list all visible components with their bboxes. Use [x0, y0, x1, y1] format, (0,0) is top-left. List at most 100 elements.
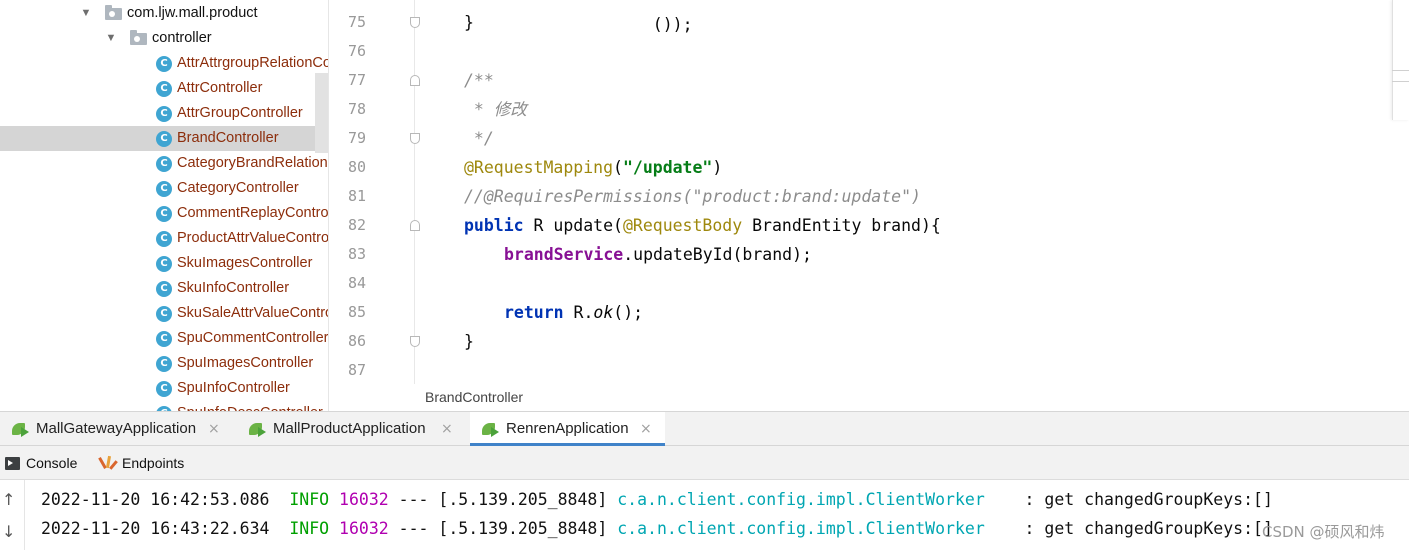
code-token: R. [563, 303, 594, 322]
code-editor[interactable]: 75 76 77 78 79 80 81 82 83 84 85 86 87 ()); } /** * 修… [328, 0, 1409, 384]
code-line: return R.ok(); [504, 298, 643, 327]
tree-item-label: SpuInfoDescController [177, 401, 323, 411]
tree-item-label: CategoryController [177, 180, 299, 196]
log-separator: --- [398, 519, 429, 538]
close-icon[interactable]: × [208, 412, 220, 446]
tree-item-class[interactable]: C SkuImagesController [0, 251, 328, 276]
code-token: ( [613, 158, 623, 177]
code-line: public R update(@RequestBody BrandEntity… [464, 211, 941, 240]
tree-item-label: SpuInfoController [177, 380, 290, 396]
fold-marker-icon[interactable] [410, 17, 420, 28]
spring-boot-run-icon [12, 423, 30, 437]
tab-renren-application[interactable]: RenrenApplication × [470, 412, 665, 446]
tree-item-class[interactable]: CSpuInfoDescController [0, 401, 328, 411]
log-message: : get changedGroupKeys:[] [1024, 519, 1273, 538]
line-number: 82 [347, 216, 366, 234]
tree-item-controller-folder[interactable]: ▼ controller [0, 26, 328, 51]
java-class-icon: C [156, 356, 172, 372]
fold-marker-icon[interactable] [410, 336, 420, 347]
tree-item-label: com.ljw.mall.product [127, 5, 258, 21]
tree-item-label: SpuImagesController [177, 355, 314, 371]
fold-marker-icon[interactable] [410, 75, 420, 86]
line-number: 87 [347, 361, 366, 379]
code-comment-token: /** [464, 71, 494, 90]
tab-mall-product-application[interactable]: MallProductApplication × [237, 412, 469, 446]
code-token: ) [712, 158, 723, 177]
tree-item-class[interactable]: C SpuImagesController [0, 351, 328, 376]
tree-item-label: SkuImagesController [177, 255, 313, 271]
code-static-call-token: ok [593, 303, 614, 322]
line-number-gutter: 75 76 77 78 79 80 81 82 83 84 85 86 87 [329, 0, 420, 384]
tree-item-class[interactable]: C CommentReplayController [0, 201, 328, 226]
log-pid: 16032 [339, 519, 389, 538]
line-number: 84 [347, 274, 366, 292]
tree-item-class[interactable]: C SkuInfoController [0, 276, 328, 301]
tree-item-class[interactable]: C AttrGroupController [0, 101, 328, 126]
code-comment-token: */ [464, 129, 494, 148]
code-line: * 修改 [464, 95, 527, 124]
java-class-icon: C [156, 181, 172, 197]
tree-item-package[interactable]: ▼ com.ljw.mall.product [0, 1, 328, 26]
chevron-down-icon[interactable]: ▼ [104, 26, 118, 51]
editor-breadcrumb[interactable]: BrandController [328, 384, 1409, 411]
tree-item-class[interactable]: C SpuInfoController [0, 376, 328, 401]
tree-item-class[interactable]: C ProductAttrValueController [0, 226, 328, 251]
tree-item-label: AttrAttrgroupRelationController [177, 55, 328, 71]
log-thread: [.5.139.205_8848] [438, 519, 608, 538]
line-number: 85 [347, 303, 366, 321]
package-folder-icon [105, 5, 122, 20]
tab-mall-gateway-application[interactable]: MallGatewayApplication × [0, 412, 236, 446]
code-annotation-token: @RequestBody [622, 216, 743, 235]
editor-scrollbar-strip[interactable] [1392, 0, 1409, 120]
tree-scrollbar[interactable] [315, 73, 328, 153]
line-number: 83 [347, 245, 366, 263]
tree-item-class[interactable]: C SkuSaleAttrValueController [0, 301, 328, 326]
breadcrumb-item[interactable]: BrandController [425, 389, 523, 405]
java-class-icon: C [156, 156, 172, 172]
fold-marker-icon[interactable] [410, 220, 420, 231]
endpoints-tab[interactable]: Endpoints [122, 446, 184, 480]
project-tree: ▼ com.ljw.mall.product ▼ controller C Att… [0, 0, 328, 411]
tree-item-label: SkuInfoController [177, 280, 290, 296]
close-icon[interactable]: × [640, 412, 652, 446]
down-arrow-icon[interactable]: ↓ [2, 522, 16, 542]
tree-item-class[interactable]: C CategoryController [0, 176, 328, 201]
tree-item-class[interactable]: C AttrAttrgroupRelationController [0, 51, 328, 76]
java-class-icon: C [156, 206, 172, 222]
tree-item-label: SpuCommentController [177, 330, 328, 346]
code-line: /** [464, 66, 494, 95]
line-number: 75 [347, 13, 366, 31]
java-class-icon: C [156, 81, 172, 97]
close-icon[interactable]: × [441, 412, 453, 446]
code-token: .updateById(brand); [623, 245, 812, 264]
code-keyword-token: public [464, 216, 524, 235]
chevron-down-icon[interactable]: ▼ [79, 1, 93, 26]
code-token: } [464, 13, 474, 32]
code-token: BrandEntity brand){ [742, 216, 941, 235]
console-icon [5, 457, 20, 470]
fold-marker-icon[interactable] [410, 133, 420, 144]
tree-item-class[interactable]: C AttrController [0, 76, 328, 101]
code-token: (); [613, 303, 644, 322]
console-toolbar: Console Endpoints [0, 446, 1409, 480]
log-separator: --- [398, 490, 429, 509]
line-number: 76 [347, 42, 366, 60]
java-class-icon: C [156, 306, 172, 322]
java-class-icon: C [156, 256, 172, 272]
log-logger: c.a.n.client.config.impl.ClientWorker [617, 519, 985, 538]
tree-item-label: CommentReplayController [177, 205, 328, 221]
tree-item-class[interactable]: C CategoryBrandRelationController [0, 151, 328, 176]
tree-item-class[interactable]: C SpuCommentController [0, 326, 328, 351]
tree-item-label: SkuSaleAttrValueController [177, 305, 328, 321]
java-class-icon: C [156, 331, 172, 347]
tree-item-label: BrandController [177, 130, 279, 146]
log-message: : get changedGroupKeys:[] [1024, 490, 1273, 509]
console-output[interactable]: ↑ ↓ 2022-11-20 16:42:53.086 INFO 16032 -… [0, 480, 1409, 550]
up-arrow-icon[interactable]: ↑ [2, 490, 16, 510]
spring-boot-run-icon [249, 423, 267, 437]
code-token: } [464, 332, 474, 351]
tab-label: MallProductApplication [273, 420, 426, 437]
console-tab[interactable]: Console [26, 446, 77, 480]
tree-item-class[interactable]: C BrandController [0, 126, 328, 151]
line-number: 81 [347, 187, 366, 205]
